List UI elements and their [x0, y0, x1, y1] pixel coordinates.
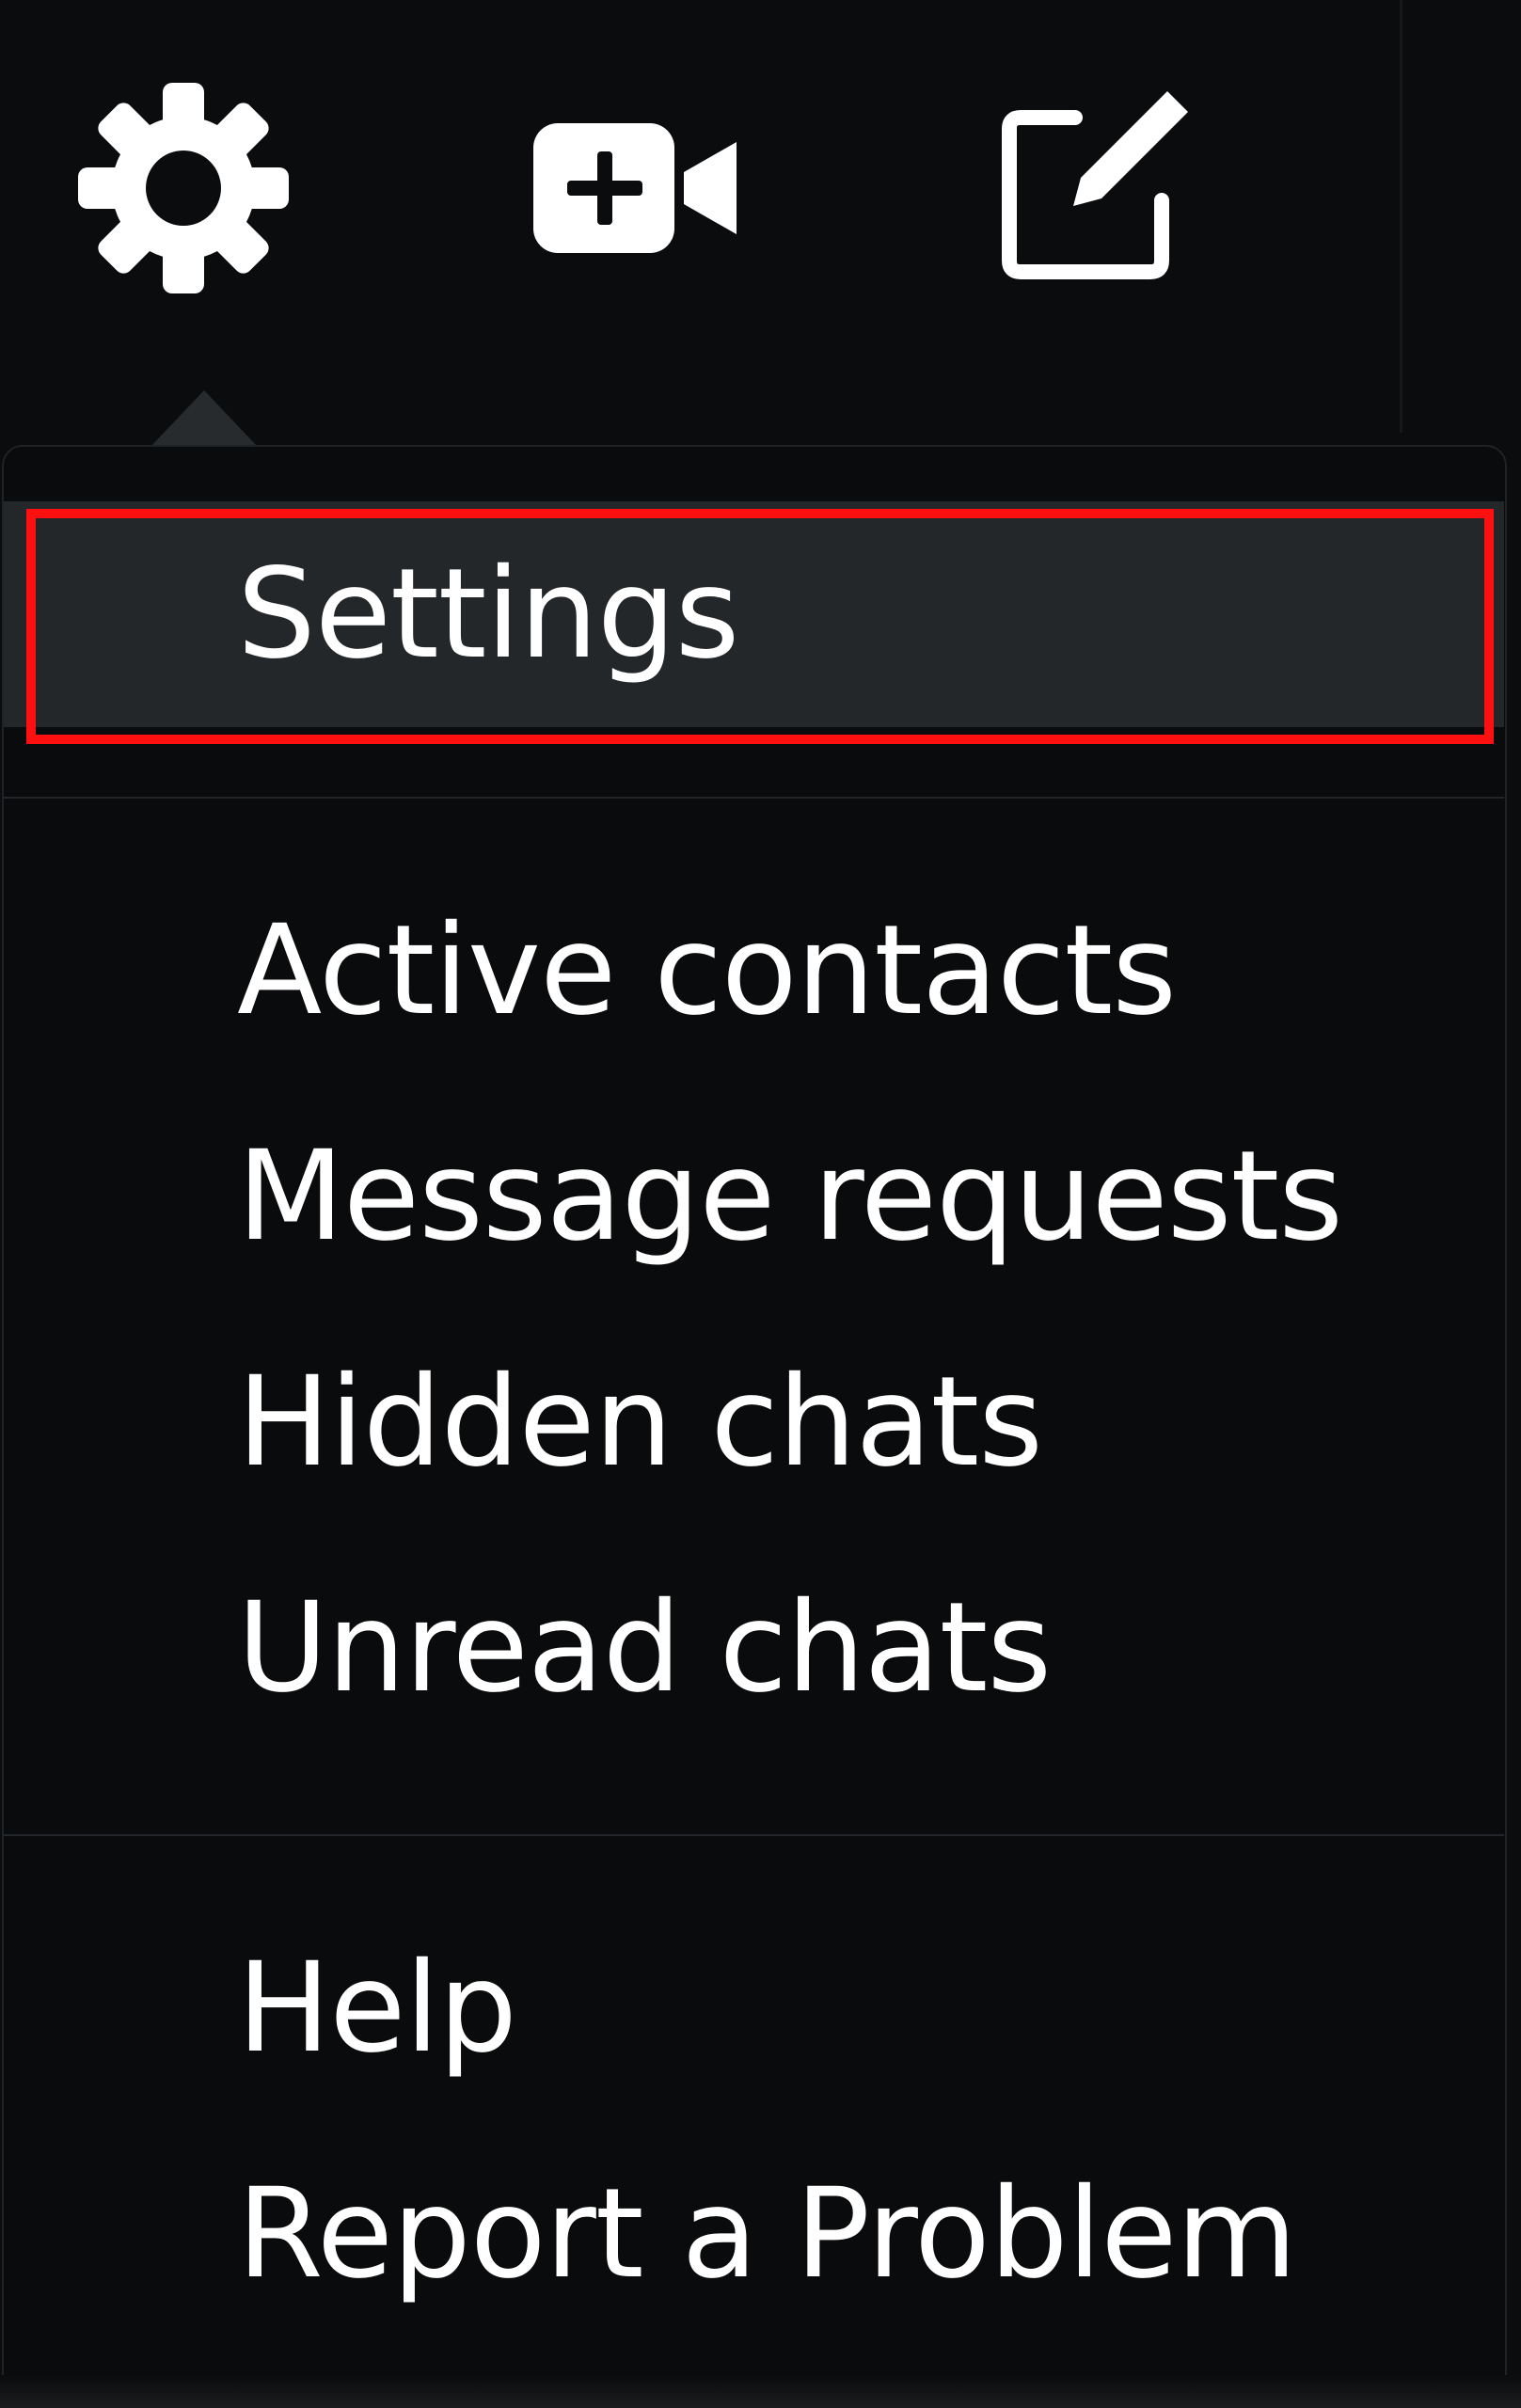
settings-dropdown-menu: Settings Active contacts Message request… [2, 445, 1507, 2406]
menu-item-help[interactable]: Help [4, 1895, 1504, 2121]
menu-item-label: Settings [237, 542, 739, 687]
gear-icon [78, 83, 289, 293]
background-content-edge [0, 2375, 1521, 2408]
menu-item-hidden-chats[interactable]: Hidden chats [4, 1309, 1504, 1535]
menu-item-label: Help [237, 1936, 517, 2081]
compose-icon [1002, 91, 1188, 279]
messenger-window: Settings Active contacts Message request… [0, 0, 1521, 2408]
menu-item-label: Unread chats [237, 1576, 1052, 1720]
menu-item-label: Report a Problem [237, 2162, 1297, 2306]
menu-separator [4, 1834, 1504, 1836]
menu-item-message-requests[interactable]: Message requests [4, 1084, 1504, 1309]
menu-item-label: Hidden chats [237, 1350, 1043, 1495]
menu-item-label: Active contacts [237, 898, 1177, 1043]
menu-item-label: Message requests [237, 1124, 1343, 1269]
dropdown-caret [151, 390, 258, 447]
pane-divider [1400, 0, 1402, 433]
new-message-button[interactable] [978, 75, 1204, 301]
new-video-call-button[interactable] [527, 75, 753, 301]
menu-item-active-contacts[interactable]: Active contacts [4, 858, 1504, 1084]
menu-item-report-a-problem[interactable]: Report a Problem [4, 2121, 1504, 2347]
menu-separator [4, 797, 1504, 799]
chat-list-header [0, 0, 1402, 433]
menu-item-unread-chats[interactable]: Unread chats [4, 1535, 1504, 1761]
video-plus-icon [533, 123, 737, 253]
settings-button[interactable] [71, 75, 296, 301]
menu-item-settings[interactable]: Settings [4, 501, 1504, 727]
